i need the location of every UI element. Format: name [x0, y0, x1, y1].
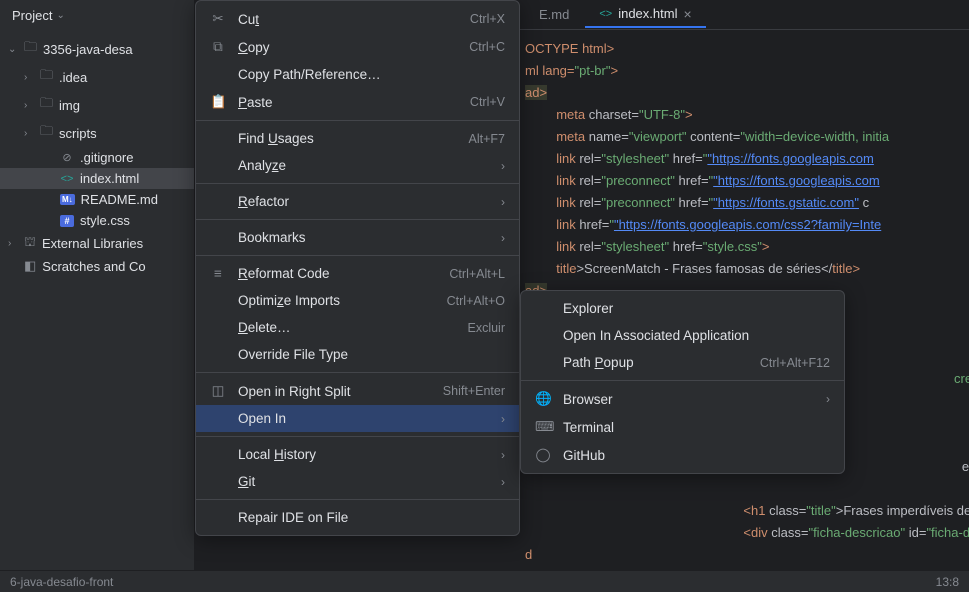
menu-open-in[interactable]: Open In› — [196, 405, 519, 432]
menu-separator — [196, 372, 519, 373]
chevron-right-icon: › — [501, 475, 505, 489]
chevron-right-icon: › — [24, 100, 34, 111]
tab-index-html[interactable]: <> index.html × — [585, 2, 705, 28]
tree-scratches[interactable]: ◧ Scratches and Co — [0, 255, 194, 277]
submenu-github[interactable]: ◯GitHub — [521, 441, 844, 469]
tree-external-libraries[interactable]: › ⛫ External Libraries — [0, 231, 194, 255]
menu-find-usages[interactable]: Find UsagesAlt+F7 — [196, 125, 519, 152]
chevron-right-icon: › — [826, 392, 830, 406]
menu-local-history[interactable]: Local History› — [196, 441, 519, 468]
close-icon[interactable]: × — [683, 6, 691, 22]
chevron-right-icon: › — [501, 159, 505, 173]
tree-item-index-html[interactable]: <> index.html — [0, 168, 194, 189]
tab-readme[interactable]: E.md — [525, 3, 583, 26]
tree-item-readme[interactable]: M↓ README.md — [0, 189, 194, 210]
menu-separator — [196, 499, 519, 500]
project-sidebar: Project ⌄ ⌄ 🗀 3356-java-desa › 🗀 .idea ›… — [0, 0, 195, 592]
submenu-explorer[interactable]: Explorer — [521, 295, 844, 322]
menu-separator — [521, 380, 844, 381]
menu-separator — [196, 219, 519, 220]
menu-separator — [196, 120, 519, 121]
project-label: Project — [12, 8, 52, 23]
folder-icon: 🗀 — [40, 66, 53, 88]
menu-analyze[interactable]: Analyze› — [196, 152, 519, 179]
chevron-right-icon: › — [8, 238, 18, 249]
chevron-right-icon: › — [501, 412, 505, 426]
menu-separator — [196, 436, 519, 437]
cut-icon: ✂ — [210, 11, 226, 27]
status-left: 6-java-desafio-front — [10, 575, 113, 589]
gitignore-icon: ⊘ — [60, 151, 74, 164]
reformat-icon: ≡ — [210, 266, 226, 281]
menu-bookmarks[interactable]: Bookmarks› — [196, 224, 519, 251]
scratches-icon: ◧ — [24, 258, 36, 274]
menu-reformat[interactable]: ≡Reformat CodeCtrl+Alt+L — [196, 260, 519, 287]
tree-item-style-css[interactable]: # style.css — [0, 210, 194, 231]
file-tree: ⌄ 🗀 3356-java-desa › 🗀 .idea › 🗀 img › 🗀… — [0, 31, 194, 281]
chevron-right-icon: › — [501, 231, 505, 245]
globe-icon: 🌐 — [535, 391, 551, 407]
status-bar: 6-java-desafio-front 13:8 — [0, 570, 969, 592]
copy-icon: ⧉ — [210, 39, 226, 55]
menu-copy-path[interactable]: Copy Path/Reference… — [196, 61, 519, 88]
github-icon: ◯ — [535, 447, 551, 463]
chevron-right-icon: › — [501, 448, 505, 462]
markdown-icon: M↓ — [60, 194, 75, 205]
submenu-browser[interactable]: 🌐Browser› — [521, 385, 844, 413]
menu-open-right-split[interactable]: ◫Open in Right SplitShift+Enter — [196, 377, 519, 405]
context-menu: ✂CutCtrl+X ⧉CopyCtrl+C Copy Path/Referen… — [195, 0, 520, 536]
menu-repair-ide[interactable]: Repair IDE on File — [196, 504, 519, 531]
html-icon: <> — [599, 8, 612, 20]
menu-paste[interactable]: 📋PasteCtrl+V — [196, 88, 519, 116]
chevron-right-icon: › — [24, 72, 34, 83]
menu-override-file-type[interactable]: Override File Type — [196, 341, 519, 368]
tree-root[interactable]: ⌄ 🗀 3356-java-desa — [0, 35, 194, 63]
menu-delete[interactable]: Delete…Excluir — [196, 314, 519, 341]
chevron-right-icon: › — [501, 195, 505, 209]
html-icon: <> — [60, 173, 74, 185]
open-in-submenu: Explorer Open In Associated Application … — [520, 290, 845, 474]
tree-item-img[interactable]: › 🗀 img — [0, 91, 194, 119]
menu-separator — [196, 183, 519, 184]
submenu-associated-app[interactable]: Open In Associated Application — [521, 322, 844, 349]
library-icon: ⛫ — [24, 234, 36, 252]
menu-refactor[interactable]: Refactor› — [196, 188, 519, 215]
css-icon: # — [60, 215, 74, 227]
chevron-down-icon: ⌄ — [8, 44, 18, 55]
chevron-right-icon: › — [24, 128, 34, 139]
terminal-icon: ⌨ — [535, 419, 551, 435]
submenu-terminal[interactable]: ⌨Terminal — [521, 413, 844, 441]
menu-cut[interactable]: ✂CutCtrl+X — [196, 5, 519, 33]
submenu-path-popup[interactable]: Path PopupCtrl+Alt+F12 — [521, 349, 844, 376]
tree-item-scripts[interactable]: › 🗀 scripts — [0, 119, 194, 147]
tree-item-idea[interactable]: › 🗀 .idea — [0, 63, 194, 91]
menu-copy[interactable]: ⧉CopyCtrl+C — [196, 33, 519, 61]
menu-separator — [196, 255, 519, 256]
chevron-down-icon: ⌄ — [56, 10, 64, 21]
cursor-position[interactable]: 13:8 — [936, 575, 959, 589]
paste-icon: 📋 — [210, 94, 226, 110]
folder-icon: 🗀 — [40, 94, 53, 116]
menu-optimize-imports[interactable]: Optimize ImportsCtrl+Alt+O — [196, 287, 519, 314]
menu-git[interactable]: Git› — [196, 468, 519, 495]
folder-icon: 🗀 — [40, 122, 53, 144]
tree-root-label: 3356-java-desa — [43, 42, 133, 57]
project-header[interactable]: Project ⌄ — [0, 0, 194, 31]
split-icon: ◫ — [210, 383, 226, 399]
folder-icon: 🗀 — [24, 38, 37, 60]
tree-item-gitignore[interactable]: ⊘ .gitignore — [0, 147, 194, 168]
